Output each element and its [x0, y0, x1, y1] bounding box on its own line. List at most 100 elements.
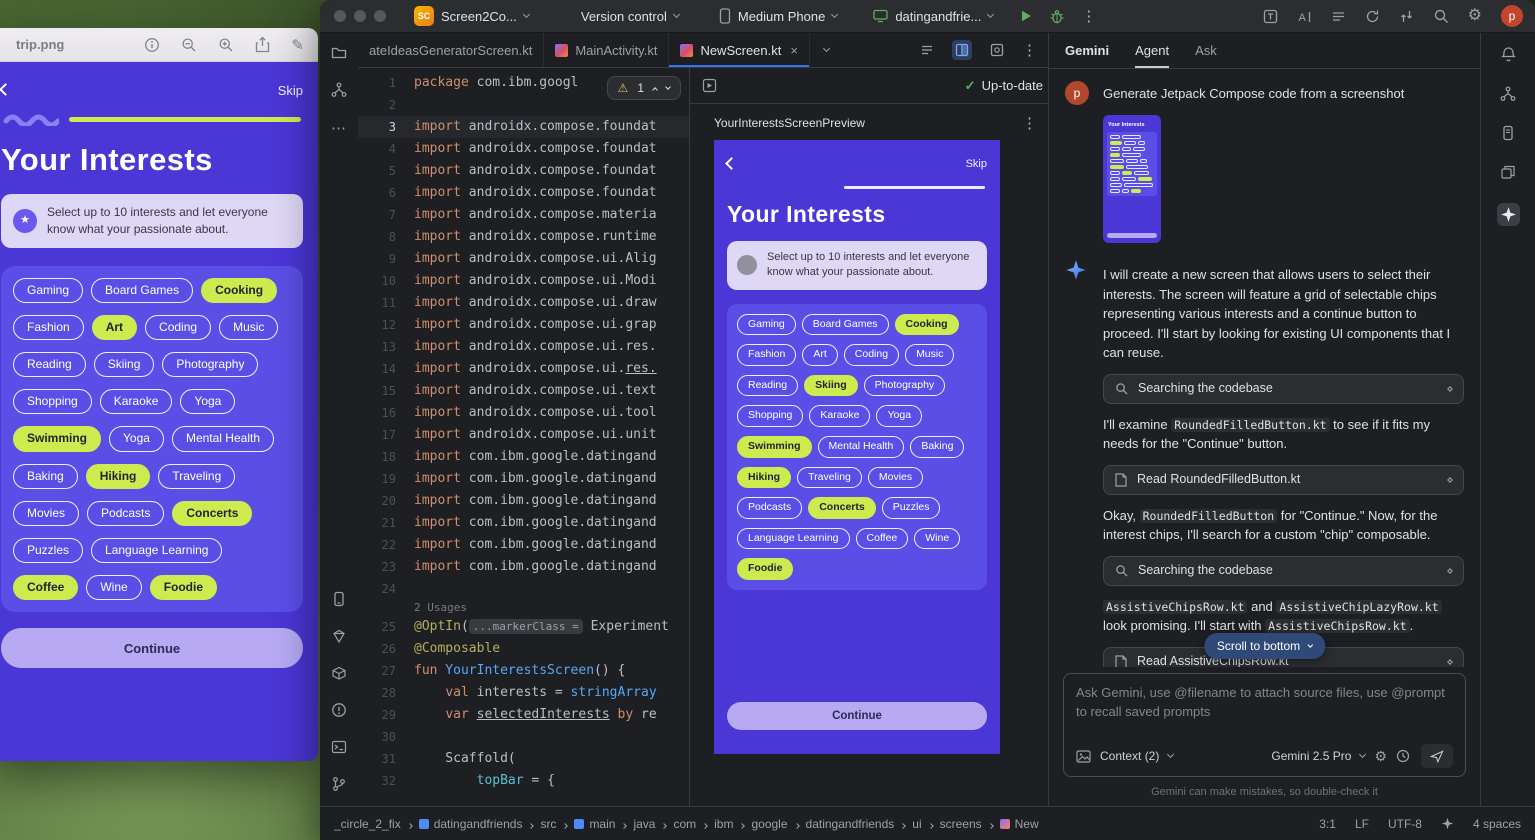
- pull-requests-icon[interactable]: [1500, 86, 1516, 102]
- line-number[interactable]: 3: [358, 116, 414, 138]
- breadcrumb-item[interactable]: ibm: [714, 817, 733, 831]
- profiler-icon[interactable]: [1399, 9, 1414, 24]
- code-line[interactable]: 31 Scaffold(: [358, 748, 689, 770]
- code-line[interactable]: 11import androidx.compose.ui.draw: [358, 292, 689, 314]
- line-number[interactable]: 32: [358, 770, 414, 792]
- breadcrumb-item[interactable]: src: [540, 817, 556, 831]
- attach-image-icon[interactable]: [1076, 750, 1091, 763]
- line-number[interactable]: 23: [358, 556, 414, 578]
- indent-setting[interactable]: 4 spaces: [1473, 817, 1521, 831]
- code-line[interactable]: 18import com.ibm.google.datingand: [358, 446, 689, 468]
- caret-position[interactable]: 3:1: [1319, 817, 1336, 831]
- code-line[interactable]: 20import com.ibm.google.datingand: [358, 490, 689, 512]
- device-selector[interactable]: Medium Phone: [713, 5, 843, 27]
- sync-project-icon[interactable]: [1365, 9, 1380, 24]
- code-line[interactable]: 27fun YourInterestsScreen() {: [358, 660, 689, 682]
- scroll-to-bottom-button[interactable]: Scroll to bottom: [1204, 633, 1325, 659]
- commit-toolwindow-icon[interactable]: [331, 82, 347, 98]
- run-configuration-selector[interactable]: datingandfrie...: [867, 6, 999, 27]
- code-line[interactable]: 22import com.ibm.google.datingand: [358, 534, 689, 556]
- gemini-toolwindow-icon[interactable]: [1497, 203, 1520, 226]
- breadcrumb-item[interactable]: datingandfriends: [806, 817, 895, 831]
- code-line[interactable]: 32 topBar = {: [358, 770, 689, 792]
- hardware-input-icon[interactable]: A: [1297, 9, 1312, 24]
- tab-options-icon[interactable]: ⋮: [1022, 41, 1038, 59]
- line-number[interactable]: 1: [358, 72, 414, 94]
- breadcrumb-item[interactable]: ui: [912, 817, 921, 831]
- code-line[interactable]: 12import androidx.compose.ui.grap: [358, 314, 689, 336]
- code-line[interactable]: 17import androidx.compose.ui.unit: [358, 424, 689, 446]
- line-number[interactable]: 13: [358, 336, 414, 358]
- line-number[interactable]: 18: [358, 446, 414, 468]
- line-number[interactable]: 24: [358, 578, 414, 600]
- code-line[interactable]: 6import androidx.compose.foundat: [358, 182, 689, 204]
- code-line[interactable]: 29 var selectedInterests by re: [358, 704, 689, 726]
- close-tab-icon[interactable]: ×: [790, 43, 798, 58]
- tab-ask[interactable]: Ask: [1195, 33, 1217, 68]
- breadcrumb-item[interactable]: main: [574, 817, 615, 831]
- version-control-toolwindow-icon[interactable]: [331, 776, 347, 792]
- code-line[interactable]: 21import com.ibm.google.datingand: [358, 512, 689, 534]
- user-avatar[interactable]: p: [1501, 5, 1523, 27]
- line-number[interactable]: 12: [358, 314, 414, 336]
- minimize-window-button[interactable]: [354, 10, 366, 22]
- vcs-widget[interactable]: Version control: [575, 6, 685, 27]
- breadcrumb-item[interactable]: com: [673, 817, 696, 831]
- hidden-tabs-chevron-icon[interactable]: [823, 45, 830, 52]
- markup-pencil-icon[interactable]: ✎: [291, 36, 304, 54]
- zoom-out-icon[interactable]: [181, 37, 197, 53]
- send-button[interactable]: [1421, 744, 1453, 768]
- history-icon[interactable]: [1396, 749, 1410, 763]
- line-number[interactable]: 2: [358, 94, 414, 116]
- image-viewer-titlebar[interactable]: trip.png ✎: [0, 28, 318, 62]
- build-toolwindow-icon[interactable]: [331, 665, 347, 681]
- code-line[interactable]: 10import androidx.compose.ui.Modi: [358, 270, 689, 292]
- ai-sparkle-icon[interactable]: [1441, 817, 1454, 830]
- line-number[interactable]: 14: [358, 358, 414, 380]
- line-number[interactable]: 10: [358, 270, 414, 292]
- logcat-icon[interactable]: [1331, 9, 1346, 24]
- code-line[interactable]: 23import com.ibm.google.datingand: [358, 556, 689, 578]
- breadcrumb-item[interactable]: screens: [940, 817, 982, 831]
- app-insights-toolwindow-icon[interactable]: [331, 628, 347, 644]
- tab-agent[interactable]: Agent: [1135, 33, 1169, 68]
- tool-call-searching-the-codebase[interactable]: Searching the codebase: [1103, 556, 1464, 586]
- tab-dateideasgeneratorscreen[interactable]: ateIdeasGeneratorScreen.kt: [358, 33, 544, 67]
- gemini-settings-icon[interactable]: ⚙: [1374, 749, 1387, 763]
- line-number[interactable]: 31: [358, 748, 414, 770]
- line-number[interactable]: 26: [358, 638, 414, 660]
- line-number[interactable]: 30: [358, 726, 414, 748]
- line-number[interactable]: 9: [358, 248, 414, 270]
- line-number[interactable]: 5: [358, 160, 414, 182]
- code-line[interactable]: 26@Composable: [358, 638, 689, 660]
- project-toolwindow-icon[interactable]: [331, 45, 347, 61]
- line-number[interactable]: 11: [358, 292, 414, 314]
- code-line[interactable]: 30: [358, 726, 689, 748]
- preview-name-label[interactable]: YourInterestsScreenPreview: [714, 116, 865, 130]
- gemini-input-box[interactable]: Ask Gemini, use @filename to attach sour…: [1063, 673, 1466, 777]
- running-devices-toolwindow-icon[interactable]: [331, 591, 347, 607]
- line-number[interactable]: 6: [358, 182, 414, 204]
- tab-mainactivity[interactable]: MainActivity.kt: [544, 33, 669, 67]
- line-number[interactable]: 21: [358, 512, 414, 534]
- problems-toolwindow-icon[interactable]: [331, 702, 347, 718]
- code-line[interactable]: 13import androidx.compose.ui.res.: [358, 336, 689, 358]
- project-selector[interactable]: SC Screen2Co...: [408, 3, 535, 29]
- line-number[interactable]: 15: [358, 380, 414, 402]
- line-number[interactable]: 28: [358, 682, 414, 704]
- line-number[interactable]: 8: [358, 226, 414, 248]
- inspections-widget[interactable]: ⚠ 1: [607, 76, 681, 100]
- context-selector[interactable]: Context (2): [1100, 749, 1159, 763]
- terminal-toolwindow-icon[interactable]: [331, 739, 347, 755]
- notifications-icon[interactable]: [1500, 46, 1517, 63]
- line-number[interactable]: 20: [358, 490, 414, 512]
- more-toolwindows-icon[interactable]: ⋯: [331, 119, 347, 137]
- share-icon[interactable]: [255, 36, 270, 53]
- code-line[interactable]: 24: [358, 578, 689, 600]
- code-line[interactable]: 25@OptIn(...markerClass = Experiment: [358, 616, 689, 638]
- close-window-button[interactable]: [334, 10, 346, 22]
- code-line[interactable]: 16import androidx.compose.ui.tool: [358, 402, 689, 424]
- preview-options-icon[interactable]: ⋮: [1022, 114, 1038, 132]
- zoom-window-button[interactable]: [374, 10, 386, 22]
- breadcrumb-item[interactable]: New: [1000, 817, 1039, 831]
